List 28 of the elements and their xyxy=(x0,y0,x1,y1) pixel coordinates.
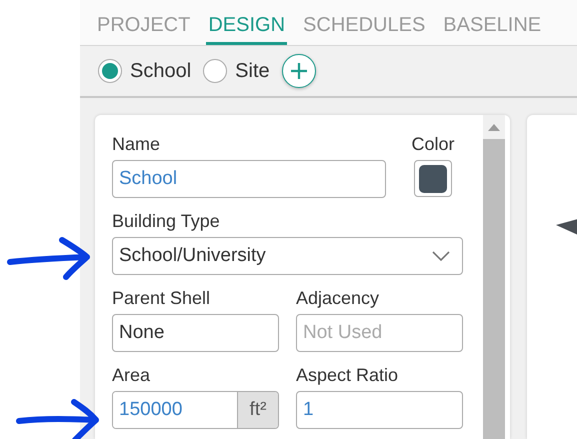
tab[interactable]: BASELINE xyxy=(441,0,544,45)
radio-label: Site xyxy=(235,60,270,82)
chevron-down-icon xyxy=(432,251,450,261)
field-label: Building Type xyxy=(112,210,221,232)
radio-label: School xyxy=(130,60,192,82)
add-button[interactable] xyxy=(282,54,316,88)
tab[interactable]: PROJECT xyxy=(95,0,192,45)
radio-button[interactable] xyxy=(203,59,228,83)
scrollbar[interactable] xyxy=(483,115,505,439)
name-field[interactable]: School xyxy=(112,160,386,198)
area-field[interactable]: 150000 ft² xyxy=(112,391,279,429)
field-label: Aspect Ratio xyxy=(296,364,400,386)
field-label: Adjacency xyxy=(296,287,380,309)
aspect-ratio-field[interactable]: 1 xyxy=(296,391,463,429)
field-label: Name xyxy=(112,133,162,155)
plus-icon xyxy=(290,62,308,80)
field-label: Color xyxy=(411,133,454,155)
color-swatch[interactable] xyxy=(414,160,452,197)
scroll-up-icon xyxy=(488,123,500,131)
field-label: Area xyxy=(112,364,152,386)
field-label: Parent Shell xyxy=(112,287,212,309)
unit-label: ft² xyxy=(237,392,278,428)
radio-button[interactable] xyxy=(98,59,122,83)
shape-drawing xyxy=(556,219,577,235)
tab[interactable]: SCHEDULES xyxy=(301,0,428,45)
parent-shell-field[interactable]: None xyxy=(112,314,279,352)
building-type-dropdown[interactable]: School/University xyxy=(112,237,463,275)
adjacency-field[interactable]: Not Used xyxy=(296,314,463,352)
